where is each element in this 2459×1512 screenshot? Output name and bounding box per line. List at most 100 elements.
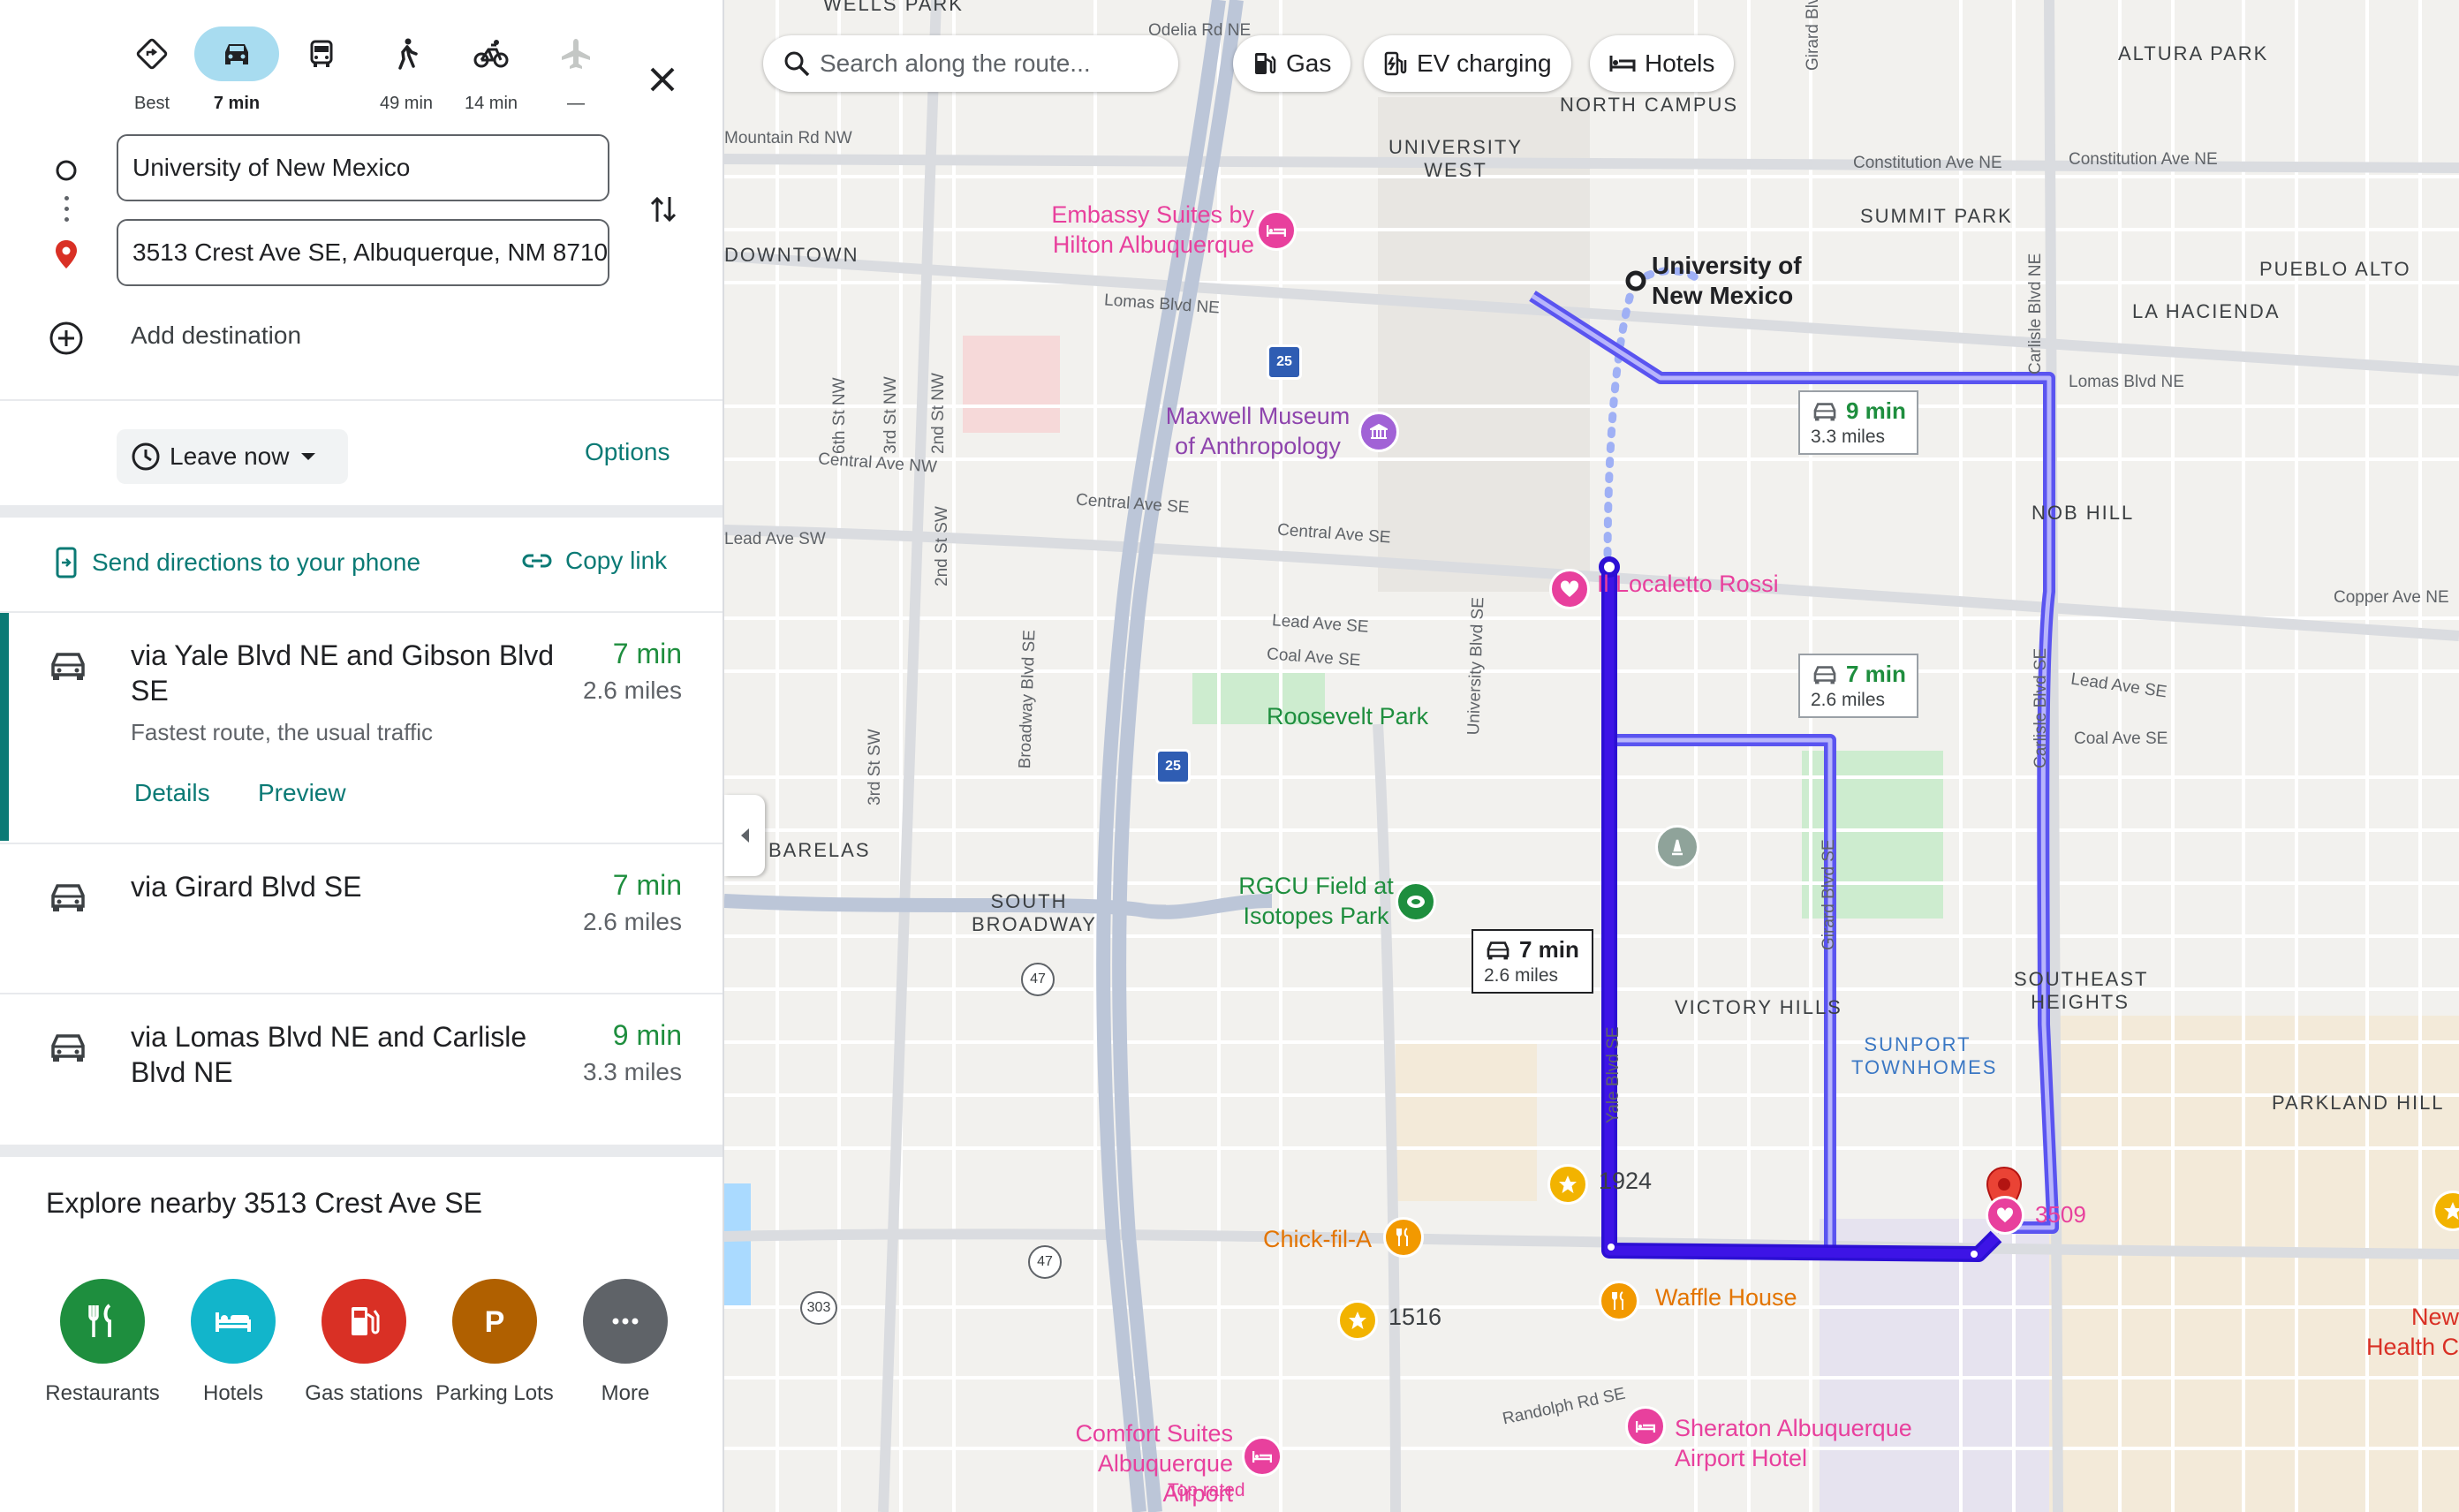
parking-icon: P: [452, 1279, 537, 1364]
poi-label[interactable]: Roosevelt Park: [1267, 703, 1428, 730]
category-parking-lots[interactable]: P Parking Lots: [433, 1279, 556, 1408]
bed-icon: [191, 1279, 276, 1364]
destination-input[interactable]: 3513 Crest Ave SE, Albuquerque, NM 87106: [117, 219, 609, 286]
car-icon: [194, 26, 279, 81]
search-along-route-input[interactable]: Search along the route...: [763, 35, 1178, 92]
collapse-panel-button[interactable]: [724, 795, 765, 876]
swap-button[interactable]: [639, 185, 687, 233]
car-icon: [51, 1034, 85, 1062]
divider: [0, 399, 723, 401]
origin-label[interactable]: University of New Mexico: [1652, 251, 1828, 311]
copy-link-button[interactable]: Copy link: [521, 547, 667, 575]
heart-marker-icon[interactable]: [1986, 1196, 2024, 1235]
leave-now-dropdown[interactable]: Leave now: [117, 429, 348, 484]
poi-label[interactable]: Maxwell Museum of Anthropology: [1161, 401, 1355, 461]
area-label: NORTH CAMPUS: [1560, 94, 1739, 116]
chip-hotels[interactable]: Hotels: [1590, 35, 1735, 92]
street-label: Yale Blvd SE: [1604, 1026, 1623, 1123]
interstate-shield: 25: [1267, 344, 1302, 380]
poi-label[interactable]: Il Localetto Rossi: [1597, 571, 1779, 598]
chip-gas[interactable]: Gas: [1233, 35, 1351, 92]
hotel-marker-icon[interactable]: [1625, 1406, 1666, 1447]
origin-input[interactable]: University of New Mexico: [117, 134, 609, 201]
options-button[interactable]: Options: [585, 438, 670, 466]
directions-panel: Best 7 min 49 min 14 min — University of: [0, 0, 724, 1512]
swap-arrows-icon: [650, 196, 677, 223]
details-button[interactable]: Details: [134, 779, 210, 807]
mode-flights[interactable]: —: [532, 26, 620, 124]
street-label: Copper Ave NE: [2334, 588, 2449, 607]
restaurant-marker-icon[interactable]: [1383, 1217, 1424, 1258]
route-option[interactable]: via Yale Blvd NE and Gibson Blvd SE 7 mi…: [0, 613, 723, 841]
send-to-phone-button[interactable]: Send directions to your phone: [53, 547, 420, 578]
hotel-marker-icon[interactable]: [1242, 1436, 1282, 1477]
star-marker-icon[interactable]: [1337, 1300, 1378, 1341]
poi-label[interactable]: Sheraton Albuquerque Airport Hotel: [1675, 1413, 1957, 1473]
destination-pin-icon: [56, 240, 77, 268]
section-divider: [0, 1145, 723, 1157]
category-more[interactable]: More: [564, 1279, 687, 1408]
street-label: Mountain Rd NW: [724, 129, 852, 147]
origin-circle-icon: [56, 160, 77, 181]
close-directions-button[interactable]: [636, 53, 689, 106]
poi-label[interactable]: 3509: [2035, 1201, 2086, 1228]
ev-charger-icon: [1384, 51, 1407, 76]
poi-label[interactable]: New Health C: [2349, 1302, 2459, 1362]
category-label: Gas stations: [305, 1381, 423, 1405]
dropdown-caret-icon: [301, 453, 316, 460]
poi-badge: Top rated: [1168, 1480, 1245, 1501]
route-dot: [64, 196, 69, 200]
route-option[interactable]: via Girard Blvd SE 7 min 2.6 miles: [0, 844, 723, 991]
category-label: Restaurants: [45, 1381, 160, 1405]
gas-pump-icon: [322, 1279, 406, 1364]
category-hotels[interactable]: Hotels: [171, 1279, 295, 1408]
preview-button[interactable]: Preview: [258, 779, 346, 807]
mode-cycling[interactable]: 14 min: [447, 26, 535, 124]
route-time-callout[interactable]: 7 min 2.6 miles: [1798, 654, 1918, 718]
map-canvas[interactable]: WELLS PARK NORTH CAMPUS ALTURA PARK UNIV…: [724, 0, 2459, 1512]
street-label: 2nd St SW: [933, 506, 951, 586]
poi-label[interactable]: Embassy Suites by Hilton Albuquerque: [1025, 200, 1254, 260]
street-label: Constitution Ave NE: [1853, 154, 2002, 172]
mode-transit[interactable]: [277, 26, 366, 124]
mode-walking[interactable]: 49 min: [362, 26, 450, 124]
route-time-callout[interactable]: 9 min 3.3 miles: [1798, 390, 1918, 455]
route-time-callout[interactable]: 7 min 2.6 miles: [1472, 929, 1593, 994]
poi-label[interactable]: 1924: [1599, 1168, 1652, 1195]
state-route-shield: 303: [800, 1291, 837, 1325]
mode-driving[interactable]: 7 min: [193, 26, 281, 124]
hotel-marker-icon[interactable]: [1256, 210, 1297, 251]
poi-label[interactable]: Chick-fil-A: [1263, 1226, 1372, 1253]
street-label: Girard Blvd SE: [1820, 839, 1838, 950]
mode-best[interactable]: Best: [108, 26, 196, 124]
gas-pump-icon: [1255, 53, 1276, 74]
route-description: Fastest route, the usual traffic: [131, 719, 434, 745]
street-label: Coal Ave SE: [2074, 730, 2168, 748]
restaurant-marker-icon[interactable]: [1599, 1281, 1639, 1321]
star-marker-icon[interactable]: [1547, 1164, 1588, 1205]
stadium-marker-icon[interactable]: [1396, 881, 1436, 922]
section-divider: [0, 505, 723, 518]
add-circle-icon: [49, 321, 83, 355]
poi-label[interactable]: 1516: [1388, 1304, 1441, 1331]
route-distance: 2.6 miles: [582, 908, 682, 935]
museum-marker-icon[interactable]: [1358, 412, 1399, 452]
fork-knife-icon: [60, 1279, 145, 1364]
best-route-icon: [110, 26, 194, 81]
link-icon: [522, 554, 552, 568]
category-label: Parking Lots: [435, 1381, 554, 1405]
route-distance: 2.6 miles: [582, 677, 682, 704]
area-label: SUMMIT PARK: [1860, 205, 2013, 227]
category-restaurants[interactable]: Restaurants: [41, 1279, 164, 1408]
add-destination-button[interactable]: Add destination: [131, 321, 301, 350]
route-title: via Girard Blvd SE: [131, 871, 362, 903]
route-option[interactable]: via Lomas Blvd NE and Carlisle Blvd NE 9…: [0, 994, 723, 1145]
area-label: BARELAS: [768, 839, 871, 861]
area-label: SOUTHEAST HEIGHTS: [2014, 968, 2149, 1013]
category-gas-stations[interactable]: Gas stations: [302, 1279, 426, 1408]
chip-ev-charging[interactable]: EV charging: [1364, 35, 1571, 92]
poi-label[interactable]: Waffle House: [1655, 1284, 1797, 1312]
poi-label[interactable]: RGCU Field at Isotopes Park: [1219, 871, 1413, 931]
area-label: VICTORY HILLS: [1675, 996, 1842, 1018]
heart-marker-icon[interactable]: [1549, 569, 1590, 609]
